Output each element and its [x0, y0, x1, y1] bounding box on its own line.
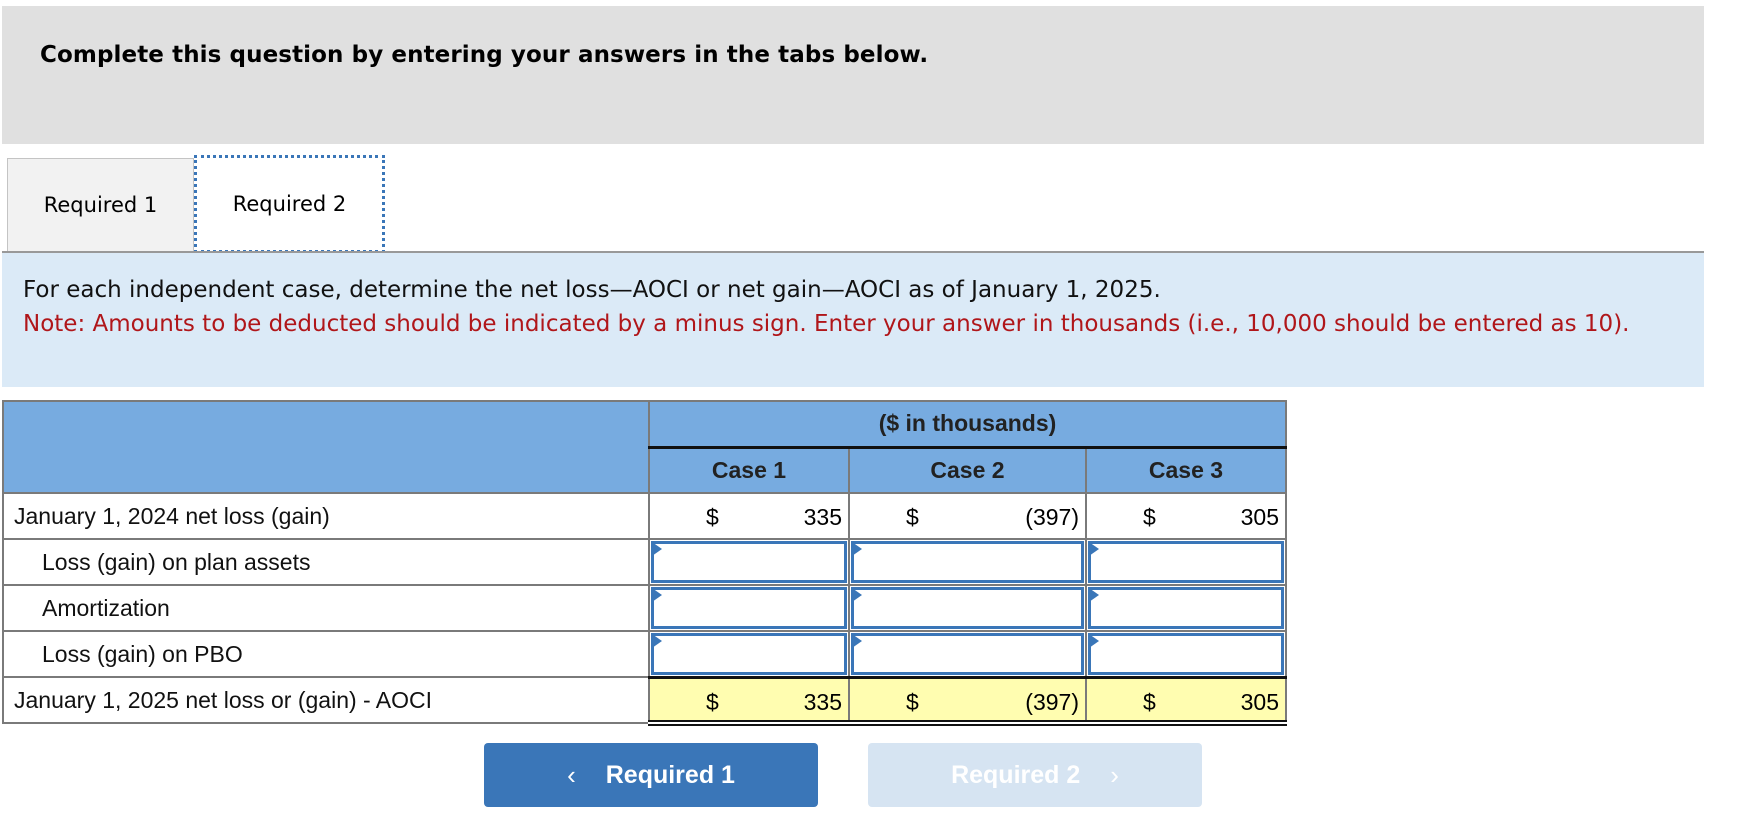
chevron-left-icon: ‹	[567, 759, 576, 790]
case-2-value: $ (397)	[848, 492, 1087, 540]
row-label: Amortization	[2, 584, 650, 632]
input-marker-icon	[652, 588, 662, 602]
case-3-header: Case 3	[1085, 446, 1287, 494]
chevron-right-icon: ›	[1110, 759, 1119, 790]
case-1-cell	[648, 630, 850, 678]
amount: 335	[803, 504, 842, 530]
next-required-2-button[interactable]: Required 2 ›	[868, 743, 1202, 807]
header-blank	[2, 400, 650, 494]
case-2-total: $ (397)	[848, 675, 1087, 726]
amount: 335	[803, 688, 842, 715]
input-marker-icon	[852, 588, 862, 602]
row-label: Loss (gain) on PBO	[2, 630, 650, 678]
units-header: ($ in thousands)	[648, 400, 1287, 449]
amortization-case-2-input[interactable]	[854, 590, 1081, 626]
row-label: January 1, 2024 net loss (gain)	[2, 492, 650, 540]
case-2-cell	[848, 584, 1087, 632]
case-3-cell	[1085, 630, 1287, 678]
dollar-sign: $	[906, 688, 919, 715]
pbo-case-1-input[interactable]	[654, 636, 844, 672]
row-label: January 1, 2025 net loss or (gain) - AOC…	[2, 676, 650, 724]
row-label: Loss (gain) on plan assets	[2, 538, 650, 586]
dollar-sign: $	[1143, 688, 1156, 715]
prompt-text: For each independent case, determine the…	[23, 277, 1161, 303]
dollar-sign: $	[706, 504, 719, 530]
amortization-case-1-input[interactable]	[654, 590, 844, 626]
plan-assets-case-2-input[interactable]	[854, 544, 1081, 580]
amount: 305	[1240, 688, 1279, 715]
amortization-case-3-input[interactable]	[1091, 590, 1281, 626]
case-2-header: Case 2	[848, 446, 1087, 494]
input-marker-icon	[652, 634, 662, 648]
table-row: Amortization	[2, 584, 1287, 632]
input-marker-icon	[1089, 588, 1099, 602]
case-3-cell	[1085, 584, 1287, 632]
table-row: Loss (gain) on plan assets	[2, 538, 1287, 586]
question-prompt: For each independent case, determine the…	[2, 253, 1704, 387]
amount: 305	[1240, 504, 1279, 530]
amount: (397)	[1025, 504, 1079, 530]
dollar-sign: $	[706, 688, 719, 715]
tab-required-1[interactable]: Required 1	[7, 158, 194, 251]
prev-button-label: Required 1	[605, 760, 735, 789]
prompt-note: Note: Amounts to be deducted should be i…	[23, 311, 1630, 337]
pbo-case-3-input[interactable]	[1091, 636, 1281, 672]
prev-required-1-button[interactable]: ‹ Required 1	[484, 743, 818, 807]
dollar-sign: $	[1143, 504, 1156, 530]
input-marker-icon	[852, 634, 862, 648]
table-row: Loss (gain) on PBO	[2, 630, 1287, 678]
input-marker-icon	[1089, 542, 1099, 556]
case-2-cell	[848, 538, 1087, 586]
plan-assets-case-3-input[interactable]	[1091, 544, 1281, 580]
case-3-total: $ 305	[1085, 675, 1287, 726]
tab-bar: Required 1 Required 2	[2, 155, 1704, 253]
plan-assets-case-1-input[interactable]	[654, 544, 844, 580]
input-marker-icon	[1089, 634, 1099, 648]
input-marker-icon	[652, 542, 662, 556]
case-1-header: Case 1	[648, 446, 850, 494]
instructions-text: Complete this question by entering your …	[40, 42, 929, 68]
tab-required-2[interactable]: Required 2	[194, 155, 385, 253]
case-1-value: $ 335	[648, 492, 850, 540]
case-3-cell	[1085, 538, 1287, 586]
case-1-total: $ 335	[648, 675, 850, 726]
instructions-banner: Complete this question by entering your …	[2, 6, 1704, 144]
aoci-table: ($ in thousands) Case 1 Case 2 Case 3 Ja…	[2, 400, 1287, 726]
dollar-sign: $	[906, 504, 919, 530]
amount: (397)	[1025, 688, 1079, 715]
table-row: January 1, 2024 net loss (gain) $ 335 $ …	[2, 492, 1287, 540]
next-button-label: Required 2	[951, 760, 1081, 789]
case-2-cell	[848, 630, 1087, 678]
pbo-case-2-input[interactable]	[854, 636, 1081, 672]
case-1-cell	[648, 538, 850, 586]
case-3-value: $ 305	[1085, 492, 1287, 540]
input-marker-icon	[852, 542, 862, 556]
total-row: January 1, 2025 net loss or (gain) - AOC…	[2, 675, 1287, 726]
case-1-cell	[648, 584, 850, 632]
